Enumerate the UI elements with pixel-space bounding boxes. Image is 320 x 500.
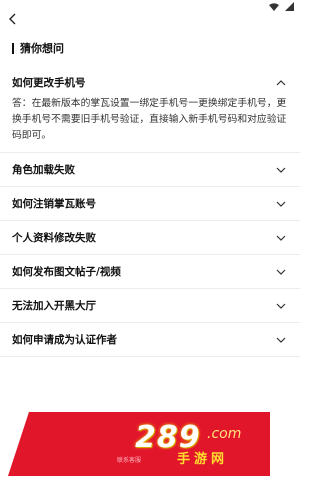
faq-question-row[interactable]: 角色加载失败 — [0, 153, 300, 186]
chevron-down-icon — [274, 231, 288, 245]
section-title: 猜你想问 — [20, 42, 64, 55]
faq-item-profile-edit-fail: 个人资料修改失败 — [0, 221, 300, 255]
section-accent-bar — [12, 42, 14, 54]
chevron-down-icon — [274, 163, 288, 177]
faq-question-row[interactable]: 无法加入开黑大厅 — [0, 289, 300, 322]
faq-question-row[interactable]: 如何发布图文帖子/视频 — [0, 255, 300, 288]
status-bar — [0, 0, 300, 16]
back-arrow-icon — [8, 10, 18, 29]
section-header: 猜你想问 — [12, 40, 64, 56]
faq-question-row[interactable]: 如何申请成为认证作者 — [0, 323, 300, 356]
chevron-down-icon — [274, 299, 288, 313]
faq-question-text: 如何更改手机号 — [12, 77, 86, 89]
faq-question-text: 角色加载失败 — [12, 164, 75, 176]
wifi-icon — [269, 2, 279, 11]
faq-question-row[interactable]: 个人资料修改失败 — [0, 221, 300, 254]
chevron-down-icon — [274, 197, 288, 211]
faq-answer-text: 答：在最新版本的掌瓦设置一绑定手机号一更换绑定手机号，更换手机号不需要旧手机号验… — [12, 98, 287, 141]
watermark-domain: .com — [207, 426, 242, 442]
faq-item-post-video: 如何发布图文帖子/视频 — [0, 255, 300, 289]
watermark-subtitle: 手游网 — [177, 452, 229, 467]
faq-item-role-load-fail: 角色加载失败 — [0, 153, 300, 187]
faq-question-row[interactable]: 如何更改手机号 — [0, 66, 300, 99]
chevron-down-icon — [274, 333, 288, 347]
faq-list: 如何更改手机号 答：在最新版本的掌瓦设置一绑定手机号一更换绑定手机号，更换手机号… — [0, 66, 300, 357]
back-button[interactable] — [2, 8, 24, 30]
faq-question-row[interactable]: 如何注销掌瓦账号 — [0, 187, 300, 220]
chevron-down-icon — [274, 265, 288, 279]
faq-question-text: 无法加入开黑大厅 — [12, 300, 96, 312]
faq-item-cancel-account: 如何注销掌瓦账号 — [0, 187, 300, 221]
faq-question-text: 个人资料修改失败 — [12, 232, 96, 244]
faq-item-join-lobby: 无法加入开黑大厅 — [0, 289, 300, 323]
chevron-up-icon — [274, 76, 288, 90]
signal-icon — [285, 2, 294, 11]
faq-question-text: 如何注销掌瓦账号 — [12, 198, 96, 210]
site-watermark-logo: 289 .com 手游网 — [135, 420, 275, 470]
faq-question-text: 如何发布图文帖子/视频 — [12, 266, 121, 278]
faq-question-text: 如何申请成为认证作者 — [12, 334, 117, 346]
faq-item-change-phone: 如何更改手机号 答：在最新版本的掌瓦设置一绑定手机号一更换绑定手机号，更换手机号… — [0, 66, 300, 153]
faq-item-certified-author: 如何申请成为认证作者 — [0, 323, 300, 357]
